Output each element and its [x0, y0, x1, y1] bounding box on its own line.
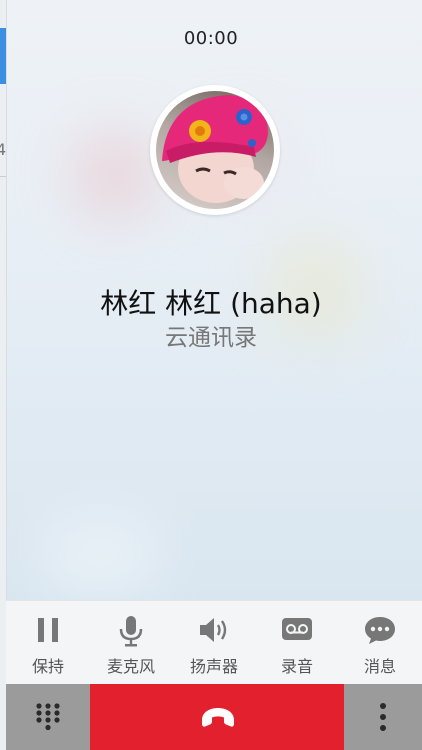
call-control-bar	[6, 684, 422, 750]
hold-button[interactable]: 保持	[6, 601, 90, 685]
caller-name: 林红 林红 (haha)	[100, 287, 322, 320]
dialpad-icon	[36, 703, 60, 731]
caller-avatar	[150, 85, 280, 215]
call-timer: 00:00	[183, 28, 239, 49]
speaker-button[interactable]: 扬声器	[172, 601, 256, 685]
message-button[interactable]: 消息	[338, 601, 422, 685]
record-label: 录音	[280, 657, 313, 676]
hold-label: 保持	[31, 657, 64, 676]
microphone-icon	[119, 616, 143, 647]
background-blur	[40, 520, 160, 590]
baby-photo-image	[162, 95, 268, 203]
voicemail-icon	[282, 618, 312, 640]
speaker-label: 扬声器	[189, 657, 238, 676]
speaker-icon	[200, 618, 227, 642]
call-action-bar: 保持 麦克风 扬声器 录音 消息	[6, 600, 422, 685]
call-screen: 4 00:00 林红 林红 (haha) 云通讯录 保持 麦克风 扬声器 录音 …	[0, 0, 422, 750]
microphone-button[interactable]: 麦克风	[89, 601, 173, 685]
background-blur	[70, 130, 160, 220]
more-vertical-icon	[380, 703, 386, 731]
end-call-button[interactable]	[90, 684, 344, 750]
phone-hangup-icon	[202, 708, 234, 727]
edge-text: 4	[0, 140, 7, 159]
microphone-label: 麦克风	[106, 657, 155, 676]
message-label: 消息	[363, 657, 396, 676]
keypad-button[interactable]	[6, 684, 90, 750]
pause-icon	[38, 618, 58, 642]
chat-bubble-icon	[365, 617, 395, 644]
caller-source: 云通讯录	[165, 325, 257, 351]
record-button[interactable]: 录音	[255, 601, 339, 685]
avatar-photo	[156, 91, 274, 209]
edge-divider	[0, 176, 6, 177]
more-options-button[interactable]	[344, 684, 422, 750]
